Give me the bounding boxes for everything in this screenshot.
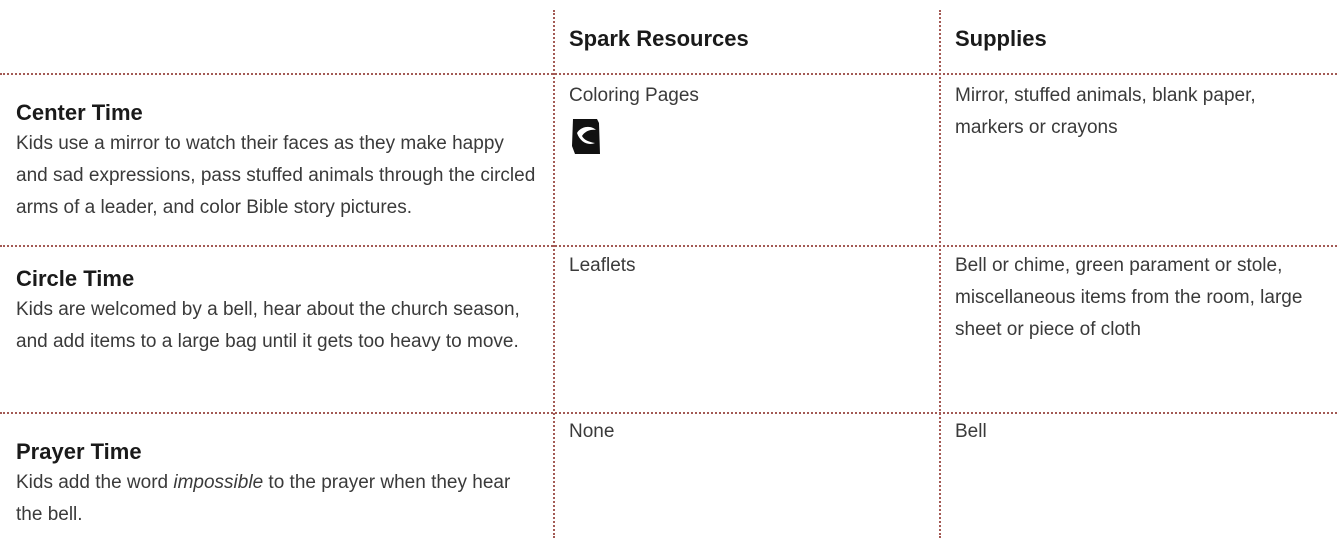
- emphasized-word: impossible: [173, 472, 264, 493]
- supplies-text: Bell or chime, green parament or stole, …: [955, 255, 1303, 340]
- activity-title: Center Time: [16, 100, 143, 125]
- row-divider: [0, 412, 1337, 414]
- activity-title: Prayer Time: [16, 439, 142, 464]
- activity-title: Circle Time: [16, 266, 135, 291]
- supplies-text: Bell: [955, 421, 987, 442]
- resource-label: Leaflets: [569, 255, 636, 276]
- column-divider-resources: [553, 10, 555, 538]
- activity-description: Kids add the word impossible to the pray…: [16, 467, 536, 531]
- activity-description: Kids use a mirror to watch their faces a…: [16, 133, 536, 218]
- column-divider-supplies: [939, 10, 941, 538]
- column-header-supplies: Supplies: [955, 26, 1047, 51]
- resource-label: Coloring Pages: [569, 85, 699, 106]
- header-divider: [0, 73, 1337, 75]
- supplies-text: Mirror, stuffed animals, blank paper, ma…: [955, 85, 1256, 138]
- description-text: Kids add the word: [16, 472, 174, 493]
- column-header-resources: Spark Resources: [569, 26, 749, 51]
- activity-description: Kids are welcomed by a bell, hear about …: [16, 299, 520, 352]
- coloring-page-icon: [569, 116, 605, 156]
- row-divider: [0, 245, 1337, 247]
- resource-label: None: [569, 421, 615, 442]
- lesson-activity-table: Spark Resources Supplies Center Time Kid…: [0, 0, 1337, 540]
